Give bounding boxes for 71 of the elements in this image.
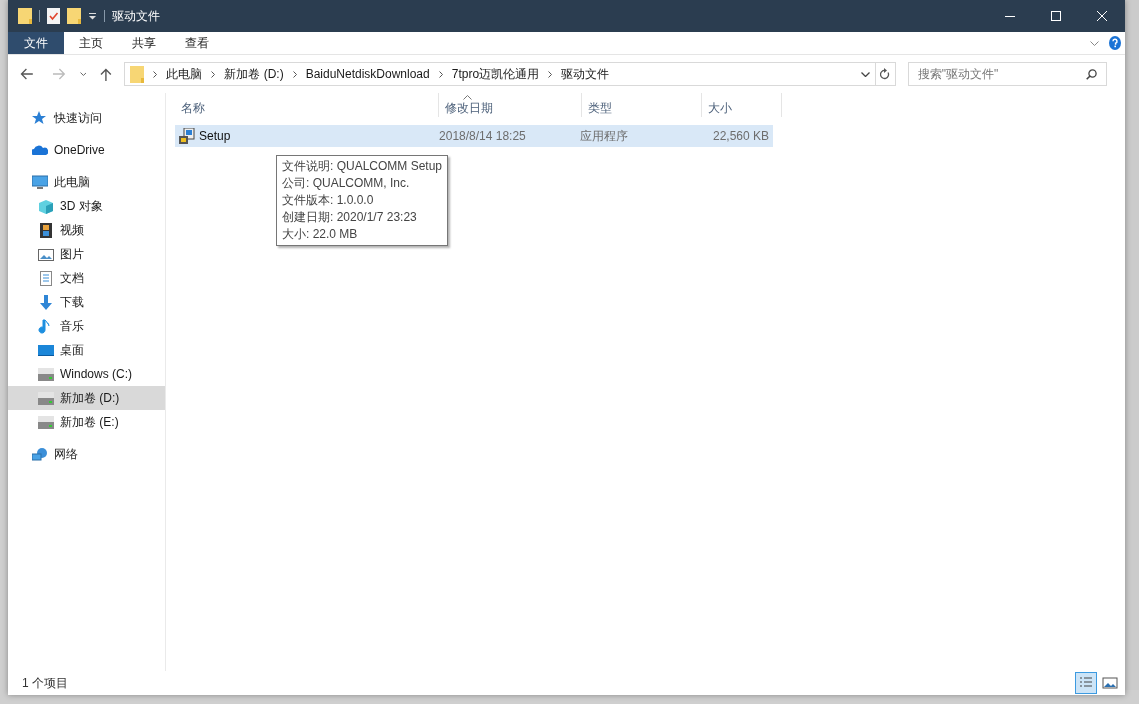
address-bar[interactable]: 此电脑 新加卷 (D:) BaiduNetdiskDownload 7tpro迈凯伦通用 驱动文件 xyxy=(124,62,896,86)
column-header[interactable]: 类型 xyxy=(582,93,702,117)
document-icon xyxy=(38,270,54,286)
ribbon-tab[interactable]: 查看 xyxy=(170,32,223,54)
column-header[interactable]: 修改日期 xyxy=(439,93,582,117)
sidebar-item[interactable]: 图片 xyxy=(8,242,165,266)
sidebar-item[interactable]: 新加卷 (D:) xyxy=(8,386,165,410)
sidebar-item[interactable]: 快速访问 xyxy=(8,106,165,130)
picture-icon xyxy=(1101,674,1119,692)
sidebar-item[interactable]: 此电脑 xyxy=(8,170,165,194)
breadcrumb[interactable]: 此电脑 xyxy=(166,65,203,83)
film-icon xyxy=(38,222,54,238)
search-icon xyxy=(1086,68,1097,80)
file-tooltip: 文件说明: QUALCOMM Setup 公司: QUALCOMM, Inc. 文件版本: 1.0.0.0 创建日期: 2020/1/7 23:23 大小: 22.0 MB xyxy=(276,155,449,246)
column-header[interactable]: 名称 xyxy=(175,93,439,117)
dropdown-icon[interactable] xyxy=(88,12,97,20)
table-cell-text: 应用程序 xyxy=(579,128,628,145)
sidebar-item[interactable]: 视频 xyxy=(8,218,165,242)
chevron-icon[interactable] xyxy=(548,70,553,78)
ribbon-tab[interactable]: 共享 xyxy=(117,32,170,54)
item-count: 1 个项目 xyxy=(22,675,68,692)
search-field[interactable]: 搜索"驱动文件" xyxy=(907,62,1107,86)
sidebar-item[interactable]: 音乐 xyxy=(8,314,165,338)
window-title: 驱动文件 xyxy=(112,8,160,25)
help-icon[interactable] xyxy=(1109,36,1121,50)
installer-icon xyxy=(179,128,195,144)
chevron-icon[interactable] xyxy=(211,70,216,78)
file-name: Setup xyxy=(199,128,231,145)
table-cell-text: 22,560 KB xyxy=(712,128,769,145)
sidebar-item[interactable]: 下载 xyxy=(8,290,165,314)
drive-icon xyxy=(38,366,54,382)
minimize-icon xyxy=(1005,15,1015,17)
chevron-icon[interactable] xyxy=(153,70,158,78)
table-cell-text: 2018/8/14 18:25 xyxy=(439,128,526,145)
ribbon-tab[interactable]: 文件 xyxy=(8,32,64,54)
expand-ribbon-icon[interactable] xyxy=(1090,40,1099,46)
computer-icon xyxy=(32,174,48,190)
breadcrumb[interactable]: BaiduNetdiskDownload xyxy=(305,65,430,83)
breadcrumb[interactable]: 新加卷 (D:) xyxy=(224,65,284,83)
dropdown-icon[interactable] xyxy=(860,71,870,77)
cube-icon xyxy=(38,198,54,214)
refresh-icon[interactable] xyxy=(880,68,891,80)
close-icon xyxy=(1097,11,1107,21)
chevron-icon[interactable] xyxy=(438,70,443,78)
sidebar-item[interactable]: 桌面 xyxy=(8,338,165,362)
folder-icon xyxy=(130,65,145,83)
breadcrumb[interactable]: 驱动文件 xyxy=(561,65,610,83)
desktop-icon xyxy=(38,342,54,358)
drive-icon xyxy=(38,390,54,406)
sidebar-item[interactable]: OneDrive xyxy=(8,138,165,162)
maximize-icon xyxy=(1051,11,1061,21)
star-icon xyxy=(32,110,48,126)
back-arrow-icon[interactable] xyxy=(20,68,34,80)
recent-locations-icon[interactable] xyxy=(79,72,87,76)
sidebar-item[interactable]: 网络 xyxy=(8,442,165,466)
sidebar-item[interactable]: 文档 xyxy=(8,266,165,290)
breadcrumb[interactable]: 7tpro迈凯伦通用 xyxy=(451,65,540,83)
file-row[interactable]: Setup 2018/8/14 18:25 应用程序 22,560 KB xyxy=(175,125,773,147)
column-header[interactable]: 大小 xyxy=(702,93,782,117)
properties-icon[interactable] xyxy=(47,8,60,24)
ribbon-tab[interactable]: 主页 xyxy=(64,32,117,54)
up-arrow-icon[interactable] xyxy=(100,67,113,81)
network-icon xyxy=(32,446,48,462)
sidebar-item[interactable]: 3D 对象 xyxy=(8,194,165,218)
search-placeholder: 搜索"驱动文件" xyxy=(917,66,999,83)
download-arrow-icon xyxy=(38,294,54,310)
picture-icon xyxy=(38,246,54,262)
sidebar-item[interactable]: 新加卷 (E:) xyxy=(8,410,165,434)
sidebar-item[interactable]: Windows (C:) xyxy=(8,362,165,386)
drive-icon xyxy=(38,414,54,430)
chevron-icon[interactable] xyxy=(292,70,297,78)
